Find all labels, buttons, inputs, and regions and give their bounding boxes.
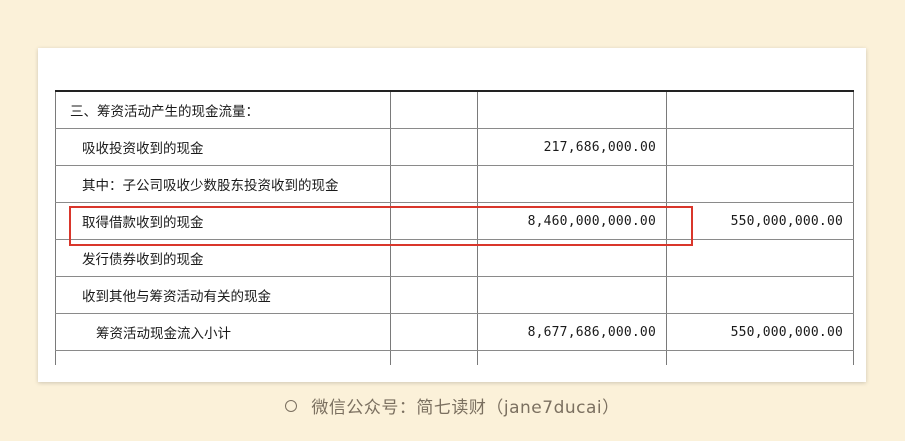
table-row: 发行债券收到的现金 [55, 239, 854, 277]
table-cell [477, 165, 667, 203]
cash-flow-table: 三、筹资活动产生的现金流量： 吸收投资收到的现金 217,686,000.00 … [55, 90, 854, 365]
table-cell [666, 276, 854, 314]
table-cell [666, 350, 854, 365]
table-cell [666, 128, 854, 166]
document-card: 三、筹资活动产生的现金流量： 吸收投资收到的现金 217,686,000.00 … [38, 48, 866, 382]
table-cell [390, 165, 478, 203]
table-cell [477, 90, 667, 129]
table-row: 其中：子公司吸收少数股东投资收到的现金 [55, 165, 854, 203]
table-row: 三、筹资活动产生的现金流量： [55, 90, 854, 129]
table-cell [390, 202, 478, 240]
caption-text: 微信公众号：简七读财（jane7ducai） [311, 398, 620, 418]
row-label: 筹资活动现金流入小计 [55, 313, 391, 351]
table-cell [390, 90, 478, 129]
table-cell: 8,460,000,000.00 [477, 202, 667, 240]
row-label: 收到其他与筹资活动有关的现金 [55, 276, 391, 314]
table-cell: 217,686,000.00 [477, 128, 667, 166]
table-row: 吸收投资收到的现金 217,686,000.00 [55, 128, 854, 166]
table-row: 筹资活动现金流入小计 8,677,686,000.00 550,000,000.… [55, 313, 854, 351]
row-label: 发行债券收到的现金 [55, 239, 391, 277]
table-cell [666, 165, 854, 203]
row-label: 取得借款收到的现金 [55, 202, 391, 240]
table-cell: 8,677,686,000.00 [477, 313, 667, 351]
caption: 微信公众号：简七读财（jane7ducai） [0, 393, 905, 418]
circle-bullet-icon [285, 400, 298, 412]
table-cell [477, 276, 667, 314]
table-cell [666, 239, 854, 277]
table-cell [390, 276, 478, 314]
table-cell [390, 128, 478, 166]
table-row: 取得借款收到的现金 8,460,000,000.00 550,000,000.0… [55, 202, 854, 240]
table-cell [390, 313, 478, 351]
table-cell: 550,000,000.00 [666, 202, 854, 240]
table-row: 收到其他与筹资活动有关的现金 [55, 276, 854, 314]
row-label: 三、筹资活动产生的现金流量： [55, 90, 391, 129]
row-label: 吸收投资收到的现金 [55, 128, 391, 166]
table-cell [390, 350, 478, 365]
table-cell [55, 350, 391, 365]
table-cell [477, 239, 667, 277]
table-cell [390, 239, 478, 277]
table-row-cut [55, 350, 854, 365]
table-cell: 550,000,000.00 [666, 313, 854, 351]
table-cell [477, 350, 667, 365]
row-label: 其中：子公司吸收少数股东投资收到的现金 [55, 165, 391, 203]
table-cell [666, 90, 854, 129]
